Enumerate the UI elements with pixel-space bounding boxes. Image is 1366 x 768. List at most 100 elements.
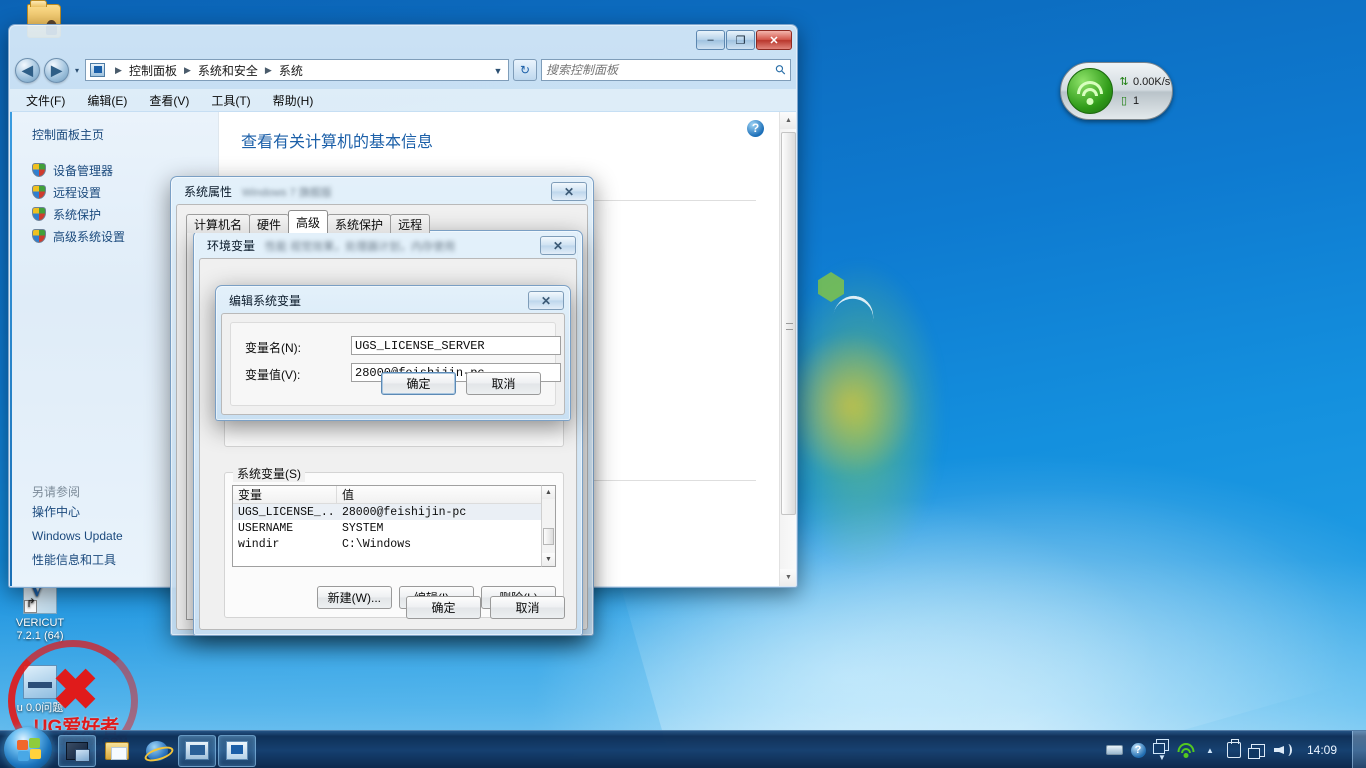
cell-variable: windir — [238, 537, 280, 551]
tab-computer-name[interactable]: 计算机名 — [186, 214, 251, 233]
table-row[interactable]: UGS_LICENSE_... 28000@feishijin-pc — [233, 504, 555, 520]
scroll-up-button[interactable]: ▲ — [542, 486, 555, 499]
close-button[interactable]: ✕ — [551, 182, 587, 201]
dialog-button-row[interactable]: 确定 取消 — [381, 372, 541, 395]
menu-file[interactable]: 文件(F) — [26, 92, 65, 109]
windows-start-orb-icon[interactable] — [4, 727, 52, 768]
clock[interactable]: 14:09 — [1294, 743, 1350, 757]
cancel-button[interactable]: 取消 — [490, 596, 565, 619]
breadcrumb-item-0[interactable]: 控制面板 — [129, 62, 177, 79]
tab-hardware[interactable]: 硬件 — [249, 214, 290, 233]
tab-system-protection[interactable]: 系统保护 — [327, 214, 392, 233]
edit-system-variable-dialog[interactable]: 编辑系统变量 ✕ 变量名(N): UGS_LICENSE_SERVER 变量值(… — [215, 285, 571, 421]
scrollbar-thumb[interactable] — [781, 132, 796, 515]
cell-variable: USERNAME — [238, 521, 294, 535]
triangle-up-icon[interactable]: ▲ — [1198, 731, 1222, 768]
plug-icon[interactable] — [1222, 731, 1246, 768]
cancel-button[interactable]: 取消 — [466, 372, 541, 395]
chevron-down-icon[interactable]: ▼ — [490, 63, 506, 79]
ok-button[interactable]: 确定 — [381, 372, 456, 395]
dialog-titlebar[interactable]: 系统属性 Windows 7 旗舰版 ✕ — [172, 178, 592, 205]
keyboard-icon[interactable] — [1102, 731, 1126, 768]
window-titlebar[interactable]: – ❐ ✕ — [10, 26, 796, 54]
ie-browser-icon — [146, 740, 168, 761]
forward-button[interactable]: ▶ — [44, 57, 69, 83]
table-vertical-scrollbar[interactable]: ▲ ▼ — [541, 485, 556, 567]
sidebar-item-home[interactable]: 控制面板主页 — [32, 126, 218, 143]
wifi-icon — [1067, 68, 1113, 114]
menu-tools[interactable]: 工具(T) — [211, 92, 250, 109]
tab-advanced[interactable]: 高级 — [288, 210, 329, 233]
close-button[interactable]: ✕ — [528, 291, 564, 310]
help-icon[interactable]: ? — [747, 120, 764, 137]
blurred-overlay-text: 性能 视觉效果，处理器计划，内存使用 — [265, 240, 456, 253]
sidebar-link-windows-update[interactable]: Windows Update — [32, 524, 123, 548]
ok-button[interactable]: 确定 — [406, 596, 481, 619]
dialog-title: 系统属性 — [184, 185, 233, 199]
new-variable-button[interactable]: 新建(W)... — [316, 586, 392, 609]
question-mark-icon[interactable]: ? — [1126, 731, 1150, 768]
refresh-button[interactable]: ↻ — [513, 59, 537, 81]
taskbar[interactable]: ? ▼ ▲ 14:09 — [0, 727, 1366, 768]
control-panel-icon — [90, 63, 106, 77]
scroll-down-button[interactable]: ▼ — [542, 553, 555, 566]
two-windows-icon[interactable]: ▼ — [1150, 731, 1174, 768]
taskbar-items[interactable] — [58, 733, 258, 767]
show-desktop-button[interactable] — [1352, 731, 1366, 768]
close-button[interactable]: ✕ — [756, 30, 792, 50]
system-tray[interactable]: ? ▼ ▲ 14:09 — [1102, 731, 1366, 768]
vertical-scrollbar[interactable]: ▲ ▼ — [779, 112, 796, 586]
system-variables-table[interactable]: 变量 值 UGS_LICENSE_... 28000@feishijin-pc … — [232, 485, 556, 567]
recent-pages-dropdown-icon[interactable]: ▾ — [73, 66, 81, 75]
sidebar-link-performance-info[interactable]: 性能信息和工具 — [32, 548, 123, 572]
network-speed-gadget[interactable]: ⇅ 0.00K/s ▯ 1 — [1060, 62, 1173, 120]
sidebar-link-action-center[interactable]: 操作中心 — [32, 500, 123, 524]
control-panel-icon — [226, 741, 248, 760]
search-box[interactable]: ⚲ — [541, 59, 791, 81]
scroll-down-button[interactable]: ▼ — [780, 569, 796, 586]
wifi-icon[interactable] — [1174, 731, 1198, 768]
dialog-button-row[interactable]: 确定 取消 — [406, 596, 565, 619]
maximize-button[interactable]: ❐ — [726, 30, 755, 50]
variable-name-input[interactable]: UGS_LICENSE_SERVER — [351, 336, 561, 355]
speaker-icon[interactable] — [1270, 731, 1294, 768]
search-input[interactable] — [546, 63, 777, 77]
taskbar-item-explorer-pinned[interactable] — [58, 734, 96, 767]
table-row[interactable]: USERNAME SYSTEM — [233, 520, 555, 536]
desktop-icon-ug[interactable]: u 0.0问题 — [2, 665, 78, 715]
table-header: 变量 值 — [233, 486, 555, 504]
tab-remote[interactable]: 远程 — [390, 214, 431, 233]
window-controls[interactable]: – ❐ ✕ — [696, 30, 792, 50]
taskbar-item-browser-pinned[interactable] — [138, 735, 176, 767]
navigation-bar[interactable]: ◀ ▶ ▾ ▶ 控制面板 ▶ 系统和安全 ▶ 系统 ▼ ↻ ⚲ — [15, 55, 791, 85]
breadcrumb[interactable]: ▶ 控制面板 ▶ 系统和安全 ▶ 系统 ▼ — [85, 59, 509, 81]
monitor-icon — [185, 741, 209, 760]
column-header-variable: 变量 — [233, 486, 337, 503]
scrollbar-thumb[interactable] — [543, 528, 554, 545]
scroll-up-button[interactable]: ▲ — [780, 112, 796, 129]
back-button[interactable]: ◀ — [15, 57, 40, 83]
menu-edit[interactable]: 编辑(E) — [87, 92, 127, 109]
page-title: 查看有关计算机的基本信息 — [241, 134, 434, 151]
taskbar-item-system-window[interactable] — [178, 734, 216, 767]
taskbar-item-folder-pinned[interactable] — [98, 735, 136, 767]
dialog-body: 变量名(N): UGS_LICENSE_SERVER 变量值(V): 28000… — [221, 313, 565, 415]
breadcrumb-sep-1: ▶ — [183, 64, 191, 75]
sidebar-item-label: 系统保护 — [53, 207, 102, 222]
menu-view[interactable]: 查看(V) — [149, 92, 189, 109]
taskbar-item-control-panel-window[interactable] — [218, 734, 256, 767]
breadcrumb-item-2[interactable]: 系统 — [279, 62, 303, 79]
breadcrumb-item-1[interactable]: 系统和安全 — [198, 62, 258, 79]
desktop-icon-vericut[interactable]: V VERICUT 7.2.1 (64) — [2, 580, 78, 643]
dialog-titlebar[interactable]: 编辑系统变量 ✕ — [217, 287, 569, 314]
menu-bar[interactable]: 文件(F) 编辑(E) 查看(V) 工具(T) 帮助(H) — [10, 89, 796, 111]
device-icon: ▯ — [1120, 95, 1128, 107]
dialog-titlebar[interactable]: 环境变量 性能 视觉效果，处理器计划，内存使用 ✕ — [195, 232, 581, 259]
blurred-overlay-text: Windows 7 旗舰版 — [242, 186, 332, 199]
close-button[interactable]: ✕ — [540, 236, 576, 255]
table-row[interactable]: windir C:\Windows — [233, 536, 555, 552]
menu-help[interactable]: 帮助(H) — [273, 92, 314, 109]
tab-strip[interactable]: 计算机名 硬件 高级 系统保护 远程 — [186, 210, 431, 233]
minimize-button[interactable]: – — [696, 30, 725, 50]
flag-icon[interactable] — [1246, 731, 1270, 768]
